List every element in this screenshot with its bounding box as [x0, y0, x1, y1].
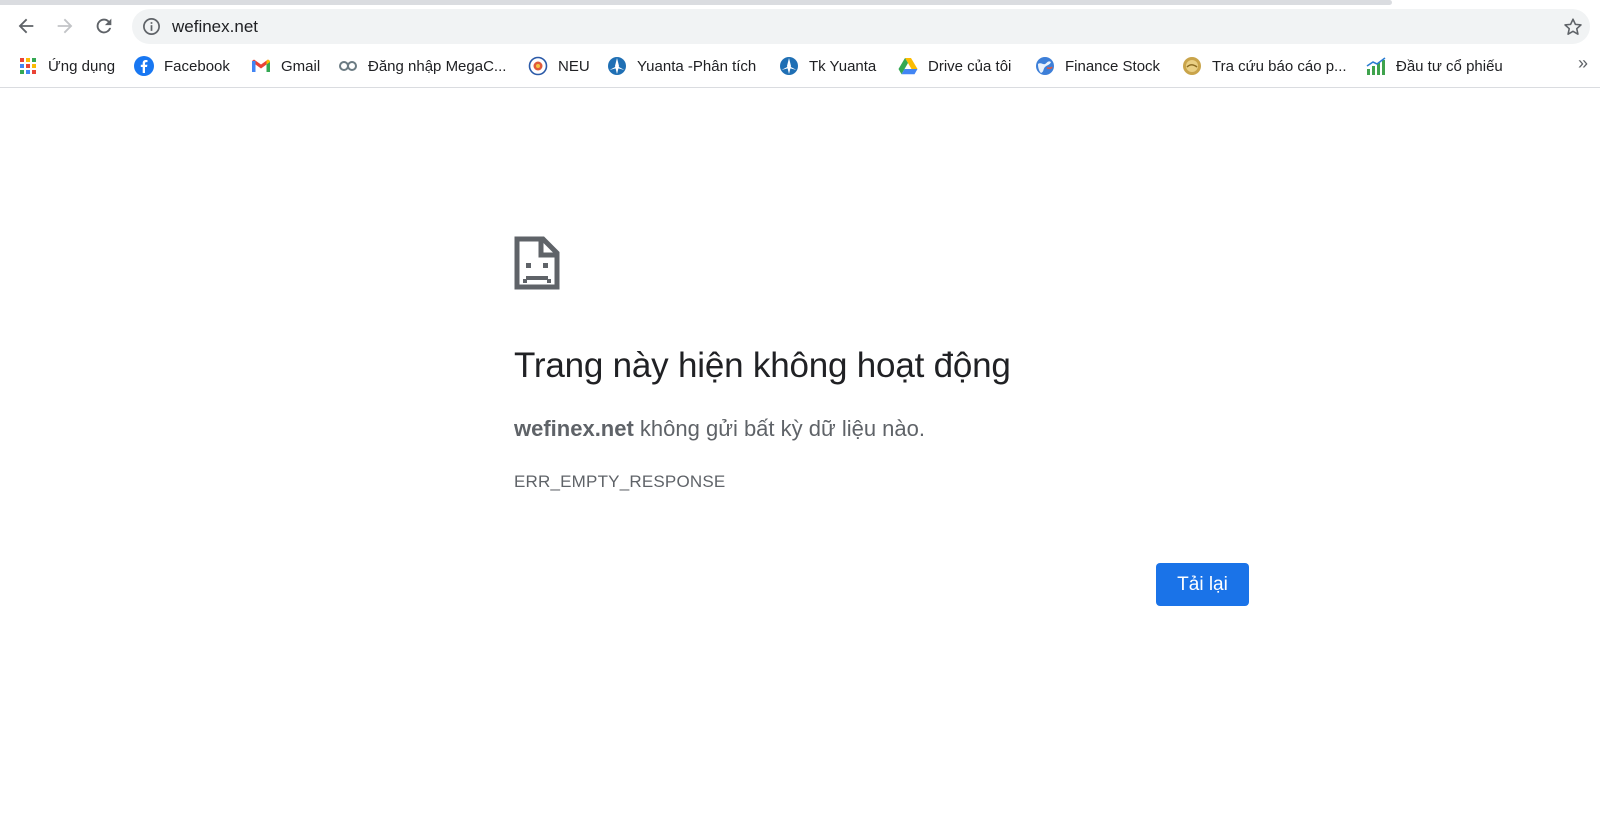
yuanta-icon — [607, 56, 627, 76]
browser-toolbar: wefinex.net — [0, 0, 1600, 48]
bookmark-label: Đầu tư cổ phiếu — [1396, 57, 1503, 75]
bookmark-label: Drive của tôi — [928, 57, 1012, 75]
error-title: Trang này hiện không hoạt động — [514, 346, 1011, 385]
reload-button[interactable] — [90, 12, 118, 40]
error-message: không gửi bất kỳ dữ liệu nào. — [633, 416, 926, 441]
bookmark-facebook[interactable]: Facebook — [134, 48, 230, 84]
arrow-right-icon — [57, 18, 73, 34]
report-icon — [1182, 56, 1202, 76]
globe-icon — [1035, 56, 1055, 76]
arrow-left-icon — [18, 18, 34, 34]
apps-grid-icon — [18, 56, 38, 76]
bookmark-stock-invest[interactable]: Đầu tư cổ phiếu — [1366, 48, 1503, 84]
bookmark-label: Đăng nhập MegaC... — [368, 57, 507, 75]
error-host: wefinex.net — [514, 416, 634, 441]
bookmark-report-lookup[interactable]: Tra cứu báo cáo p... — [1182, 48, 1347, 84]
bookmark-label: Yuanta -Phân tích — [637, 57, 757, 75]
stock-chart-icon — [1366, 56, 1386, 76]
bookmark-label: Facebook — [164, 57, 230, 75]
bookmark-drive[interactable]: Drive của tôi — [898, 48, 1011, 84]
bookmark-neu[interactable]: NEU — [528, 48, 590, 84]
bookmarks-bar: Ứng dụng Facebook Gmail Đăng nhập MegaC.… — [0, 48, 1600, 88]
bookmark-megac[interactable]: Đăng nhập MegaC... — [338, 48, 506, 84]
gmail-icon — [251, 56, 271, 76]
error-code[interactable]: ERR_EMPTY_RESPONSE — [514, 472, 725, 492]
bookmark-gmail[interactable]: Gmail — [251, 48, 320, 84]
reload-page-button[interactable]: Tải lại — [1156, 563, 1249, 606]
bookmark-label: NEU — [558, 57, 590, 75]
bookmark-label: Gmail — [281, 57, 321, 75]
bookmark-tk-yuanta[interactable]: Tk Yuanta — [779, 48, 876, 84]
bookmark-label: Tk Yuanta — [809, 57, 877, 75]
bookmark-yuanta-analysis[interactable]: Yuanta -Phân tích — [607, 48, 756, 84]
back-button[interactable] — [12, 12, 40, 40]
facebook-icon — [134, 56, 154, 76]
neu-icon — [528, 56, 548, 76]
bookmark-label: Tra cứu báo cáo p... — [1212, 57, 1347, 75]
google-drive-icon — [898, 56, 918, 76]
reload-icon — [96, 18, 112, 34]
bookmark-star-icon[interactable] — [1562, 16, 1584, 38]
bookmark-apps[interactable]: Ứng dụng — [18, 48, 115, 84]
bookmark-label: Ứng dụng — [48, 57, 116, 75]
sad-page-icon — [514, 236, 560, 290]
address-bar[interactable]: wefinex.net — [132, 9, 1590, 44]
forward-button[interactable] — [51, 12, 79, 40]
info-icon[interactable] — [142, 17, 161, 36]
megac-icon — [338, 56, 358, 76]
more-bookmarks-button[interactable]: » — [1578, 53, 1588, 74]
bookmark-label: Finance Stock — [1065, 57, 1161, 75]
error-description: wefinex.net không gửi bất kỳ dữ liệu nào… — [514, 416, 925, 442]
yuanta-icon — [779, 56, 799, 76]
bookmark-finance-stock[interactable]: Finance Stock — [1035, 48, 1160, 84]
url-text[interactable]: wefinex.net — [172, 9, 258, 44]
